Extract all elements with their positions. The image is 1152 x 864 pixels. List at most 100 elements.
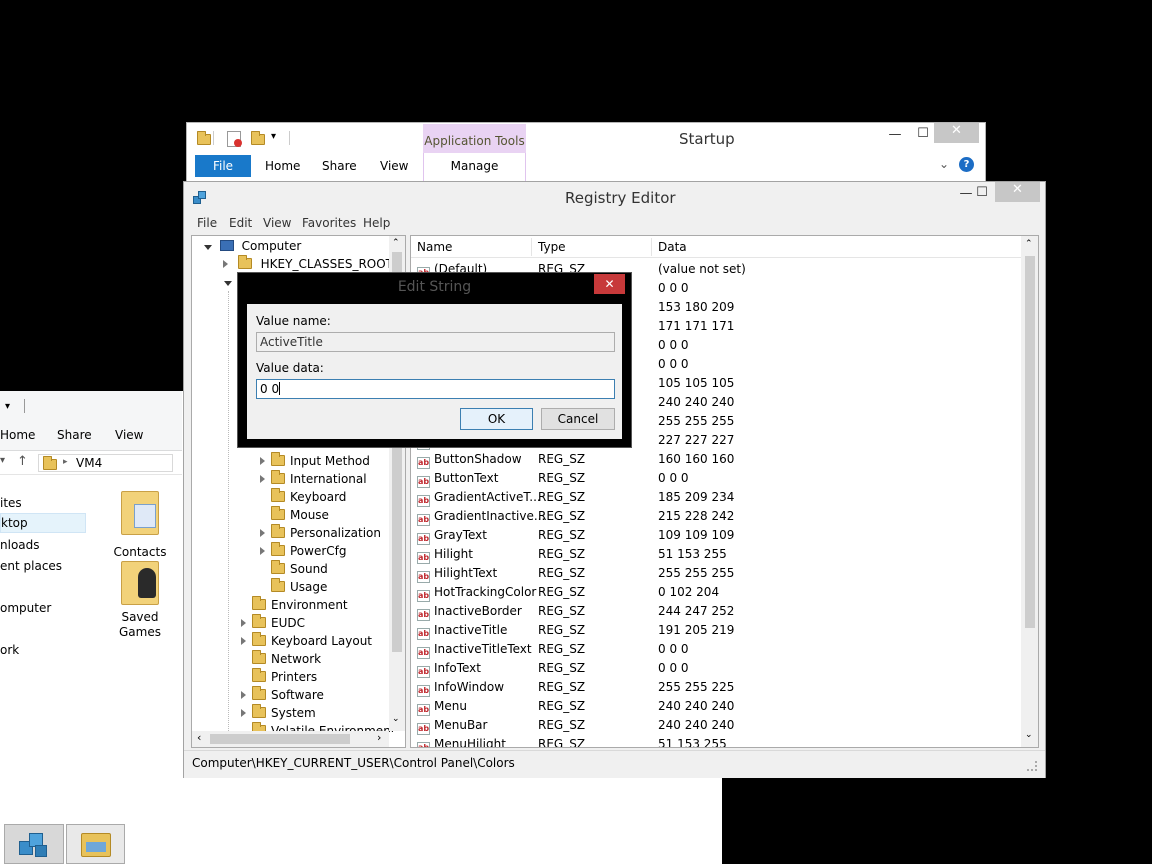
tree-item-environment[interactable]: Environment xyxy=(252,596,348,614)
table-row[interactable]: ab HilightText REG_SZ 255 255 255 xyxy=(411,564,1021,583)
tree-item-input-method[interactable]: Input Method xyxy=(260,452,370,470)
scrollbar-thumb[interactable] xyxy=(210,734,350,744)
nav-item-network[interactable]: ork xyxy=(0,643,19,657)
expand-arrow-icon[interactable] xyxy=(260,475,265,483)
list-vertical-scrollbar[interactable]: ⌃ ⌄ xyxy=(1021,236,1038,747)
resize-grip-icon[interactable] xyxy=(1027,761,1037,771)
tree-item-sound[interactable]: Sound xyxy=(271,560,328,578)
ok-button[interactable]: OK xyxy=(460,408,533,430)
expand-arrow-icon[interactable] xyxy=(260,529,265,537)
chevron-down-icon[interactable]: ▾ xyxy=(5,401,10,412)
expand-arrow-icon[interactable] xyxy=(241,691,246,699)
taskbar-regedit-button[interactable] xyxy=(4,824,64,864)
table-row[interactable]: ab Menu REG_SZ 240 240 240 xyxy=(411,697,1021,716)
expand-arrow-icon[interactable] xyxy=(223,260,228,268)
nav-item-favorites[interactable]: ites xyxy=(0,496,22,510)
tree-item-hkcr[interactable]: HKEY_CLASSES_ROOT xyxy=(223,255,393,273)
tree-item-computer[interactable]: Computer xyxy=(204,237,301,255)
close-button[interactable]: ✕ xyxy=(594,274,625,294)
chevron-right-icon[interactable]: › xyxy=(377,731,381,744)
menu-help[interactable]: Help xyxy=(363,216,390,230)
table-row[interactable]: ab MenuHilight REG_SZ 51 153 255 xyxy=(411,735,1021,747)
chevron-down-icon[interactable]: ▾ xyxy=(0,455,5,466)
expand-arrow-icon[interactable] xyxy=(260,457,265,465)
tree-item-printers[interactable]: Printers xyxy=(252,668,317,686)
maximize-button[interactable]: ☐ xyxy=(970,185,994,200)
tree-item-eudc[interactable]: EUDC xyxy=(241,614,305,632)
table-row[interactable]: ab ButtonShadow REG_SZ 160 160 160 xyxy=(411,450,1021,469)
nav-item-downloads[interactable]: nloads xyxy=(0,538,40,552)
expand-arrow-icon[interactable] xyxy=(241,637,246,645)
maximize-button[interactable]: ☐ xyxy=(911,126,935,141)
help-icon[interactable]: ? xyxy=(959,157,974,172)
chevron-left-icon[interactable]: ‹ xyxy=(197,731,201,744)
close-button[interactable]: ✕ xyxy=(995,182,1040,202)
chevron-up-icon[interactable]: ⌃ xyxy=(392,238,400,248)
table-row[interactable]: ab GradientInactive... REG_SZ 215 228 242 xyxy=(411,507,1021,526)
saved-games-folder[interactable]: Saved Games xyxy=(108,561,172,641)
minimize-button[interactable]: — xyxy=(883,127,907,142)
tree-item-personalization[interactable]: Personalization xyxy=(260,524,381,542)
explorer-tab-share[interactable]: Share xyxy=(57,428,92,442)
table-row[interactable]: ab GrayText REG_SZ 109 109 109 xyxy=(411,526,1021,545)
taskbar-explorer-button[interactable] xyxy=(66,824,125,864)
chevron-down-icon[interactable]: ▾ xyxy=(271,131,276,142)
table-row[interactable]: ab ButtonText REG_SZ 0 0 0 xyxy=(411,469,1021,488)
tree-item-powercfg[interactable]: PowerCfg xyxy=(260,542,347,560)
column-header-type[interactable]: Type xyxy=(538,240,566,254)
tab-view[interactable]: View xyxy=(380,159,408,173)
scrollbar-thumb[interactable] xyxy=(1025,256,1035,628)
cancel-button[interactable]: Cancel xyxy=(541,408,615,430)
menu-favorites[interactable]: Favorites xyxy=(302,216,356,230)
tab-home[interactable]: Home xyxy=(265,159,300,173)
nav-item-desktop[interactable]: ktop xyxy=(0,513,86,533)
menu-edit[interactable]: Edit xyxy=(229,216,252,230)
tree-item-usage[interactable]: Usage xyxy=(271,578,327,596)
explorer-tab-home[interactable]: Home xyxy=(0,428,35,442)
table-row[interactable]: ab InactiveBorder REG_SZ 244 247 252 xyxy=(411,602,1021,621)
tree-item-hkcu-arrow[interactable] xyxy=(224,273,232,291)
value-name-field[interactable]: ActiveTitle xyxy=(256,332,615,352)
address-input[interactable]: ▸ VM4 xyxy=(38,454,173,472)
table-row[interactable]: ab MenuBar REG_SZ 240 240 240 xyxy=(411,716,1021,735)
tab-manage[interactable]: Manage xyxy=(423,153,526,181)
expand-arrow-icon[interactable] xyxy=(260,547,265,555)
table-row[interactable]: ab InfoWindow REG_SZ 255 255 225 xyxy=(411,678,1021,697)
table-row[interactable]: ab InfoText REG_SZ 0 0 0 xyxy=(411,659,1021,678)
tree-item-software[interactable]: Software xyxy=(241,686,324,704)
tree-item-international[interactable]: International xyxy=(260,470,367,488)
tree-horizontal-scrollbar[interactable]: ‹ › xyxy=(192,731,389,747)
properties-icon[interactable] xyxy=(227,131,242,147)
tree-item-system[interactable]: System xyxy=(241,704,316,722)
tree-item-network[interactable]: Network xyxy=(252,650,321,668)
tree-item-keyboard[interactable]: Keyboard xyxy=(271,488,346,506)
explorer-tab-view[interactable]: View xyxy=(115,428,143,442)
chevron-down-icon[interactable]: ⌄ xyxy=(1025,730,1033,740)
column-header-name[interactable]: Name xyxy=(417,240,452,254)
contacts-folder[interactable]: Contacts xyxy=(108,491,172,561)
table-row[interactable]: ab HotTrackingColor REG_SZ 0 102 204 xyxy=(411,583,1021,602)
menu-file[interactable]: File xyxy=(197,216,217,230)
expand-arrow-icon[interactable] xyxy=(241,619,246,627)
new-folder-icon[interactable] xyxy=(251,131,265,145)
up-arrow-icon[interactable]: ↑ xyxy=(17,454,28,469)
tab-file[interactable]: File xyxy=(195,155,251,177)
column-header-data[interactable]: Data xyxy=(658,240,687,254)
chevron-down-icon[interactable]: ⌄ xyxy=(392,714,400,724)
table-row[interactable]: ab GradientActiveT... REG_SZ 185 209 234 xyxy=(411,488,1021,507)
chevron-up-icon[interactable]: ⌃ xyxy=(1025,239,1033,249)
column-divider[interactable] xyxy=(651,238,652,256)
close-button[interactable]: ✕ xyxy=(934,123,979,143)
collapse-arrow-icon[interactable] xyxy=(224,281,232,286)
tab-share[interactable]: Share xyxy=(322,159,357,173)
expand-arrow-icon[interactable] xyxy=(241,709,246,717)
collapse-arrow-icon[interactable] xyxy=(204,245,212,250)
nav-item-recent-places[interactable]: ent places xyxy=(0,559,62,573)
table-row[interactable]: ab Hilight REG_SZ 51 153 255 xyxy=(411,545,1021,564)
chevron-down-icon[interactable]: ⌄ xyxy=(939,157,949,171)
tree-item-mouse[interactable]: Mouse xyxy=(271,506,329,524)
tree-item-keyboard-layout[interactable]: Keyboard Layout xyxy=(241,632,372,650)
value-data-input[interactable]: 0 0 xyxy=(256,379,615,399)
table-row[interactable]: ab InactiveTitle REG_SZ 191 205 219 xyxy=(411,621,1021,640)
table-row[interactable]: ab InactiveTitleText REG_SZ 0 0 0 xyxy=(411,640,1021,659)
